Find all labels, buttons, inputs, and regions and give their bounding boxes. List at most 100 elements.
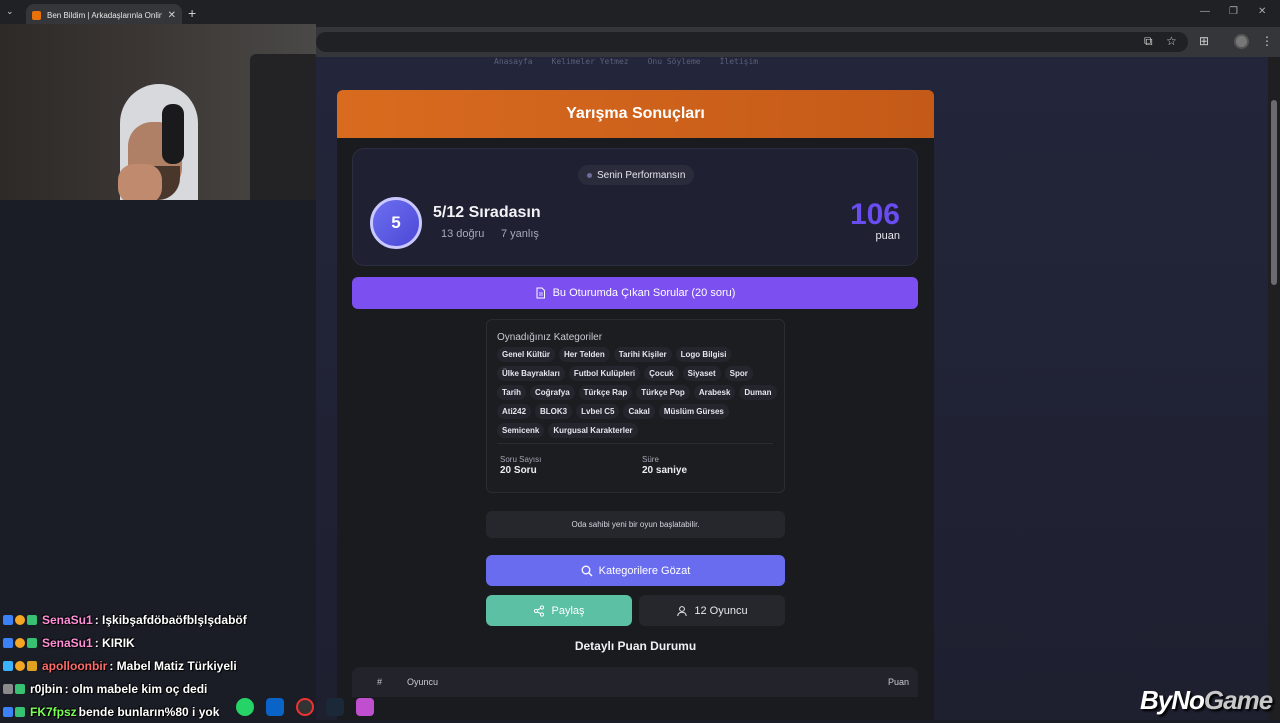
close-tab-icon[interactable]: ✕ (168, 10, 176, 21)
players-button[interactable]: 12 Oyuncu (639, 595, 785, 626)
players-label: 12 Oyuncu (694, 604, 748, 617)
category-tag: Arabesk (693, 385, 736, 400)
extensions-icon[interactable]: ⊞ (1199, 34, 1209, 48)
chat-text: : Mabel Matiz Türkiyeli (109, 658, 237, 673)
category-tag: Futbol Kulüpleri (568, 366, 641, 381)
session-questions-button[interactable]: Bu Oturumda Çıkan Sorular (20 soru) (352, 277, 918, 309)
category-tag: Müslüm Gürses (658, 404, 729, 419)
category-tag: Cakal (623, 404, 655, 419)
score-value: 106 (849, 198, 900, 231)
tab-search-icon[interactable]: ⌄ (6, 6, 14, 17)
category-tag: Genel Kültür (497, 347, 556, 362)
category-tag-list: Genel Kültür Her Telden Tarihi Kişiler Logo… (497, 347, 777, 438)
duration-label: Süre (642, 455, 659, 464)
category-tag: Türkçe Rap (578, 385, 633, 400)
category-tag: Coğrafya (529, 385, 575, 400)
chat-username: SenaSu1 (42, 612, 93, 627)
rank-badge: 5 (370, 197, 422, 249)
divider (497, 443, 773, 444)
badge-icon (15, 660, 25, 671)
nav-home[interactable]: Anasayfa (494, 57, 533, 66)
correct-count: 13 doğru (441, 228, 485, 240)
menu-kebab-icon[interactable]: ⋮ (1261, 34, 1273, 48)
whatsapp-icon[interactable] (236, 698, 254, 716)
column-score: Puan (887, 677, 909, 687)
chat-username: r0jbin (30, 681, 63, 696)
chat-message: apolloonbir : Mabel Matiz Türkiyeli (3, 654, 323, 677)
badge-icon (15, 614, 25, 625)
rank-text: 5/12 Sıradasın (433, 204, 541, 221)
badge-icon (15, 706, 25, 717)
chat-text: bende bunların%80 i yok (78, 704, 220, 719)
cast-icon[interactable]: ⧉ (1144, 34, 1153, 49)
logo-main: ByNo (1140, 685, 1205, 715)
outlook-icon[interactable] (266, 698, 284, 716)
webcam-overlay (0, 24, 316, 200)
session-questions-label: Bu Oturumda Çıkan Sorular (20 soru) (552, 287, 736, 299)
browse-categories-label: Kategorilere Gözat (598, 564, 691, 577)
duration-value: 20 saniye (642, 465, 688, 476)
category-tag: Tarih (497, 385, 526, 400)
app-icon[interactable] (356, 698, 374, 716)
badge-icon (3, 614, 13, 625)
category-tag: Tarihi Kişiler (613, 347, 672, 362)
badge-icon (3, 660, 13, 671)
badge-icon (27, 637, 37, 648)
headphones (162, 104, 184, 164)
profile-avatar[interactable] (1234, 34, 1249, 49)
window-close-icon[interactable]: ✕ (1258, 6, 1266, 17)
top-nav: Anasayfa Kelimeler Yetmez Onu Söyleme İl… (494, 57, 758, 66)
nav-onu-soyleme[interactable]: Onu Söyleme (648, 57, 701, 66)
column-player: Oyuncu (407, 677, 439, 687)
performance-pill-label: Senin Performansın (597, 169, 686, 181)
question-count-label: Soru Sayısı (500, 455, 542, 464)
steam-icon[interactable] (326, 698, 344, 716)
performance-pill: Senin Performansın (578, 165, 695, 185)
category-tag: Ati242 (497, 404, 532, 419)
gaming-chair (250, 54, 316, 200)
category-tag: Kurgusal Karakterler (548, 423, 638, 438)
address-bar[interactable] (316, 32, 1188, 52)
category-tag: Çocuk (644, 366, 679, 381)
site-favicon-icon (32, 11, 41, 20)
category-tag: Siyaset (682, 366, 721, 381)
badge-icon (27, 614, 37, 625)
host-note: Oda sahibi yeni bir oyun başlatabilir. (486, 511, 785, 538)
bookmark-star-icon[interactable]: ☆ (1166, 34, 1177, 48)
results-title: Yarışma Sonuçları (337, 90, 934, 138)
minimize-icon[interactable]: — (1200, 6, 1210, 17)
nav-iletisim[interactable]: İletişim (720, 57, 759, 66)
chat-message: SenaSu1 : KIRIK (3, 631, 323, 654)
category-tag: BLOK3 (535, 404, 573, 419)
category-tag: Her Telden (559, 347, 610, 362)
category-tag: Ülke Bayrakları (497, 366, 565, 381)
badge-icon (15, 683, 25, 694)
share-button[interactable]: Paylaş (486, 595, 632, 626)
chat-text: : olm mabele kim oç dedi (64, 681, 208, 696)
categories-title: Oynadığınız Kategoriler (497, 332, 603, 343)
chat-message: r0jbin : olm mabele kim oç dedi (3, 677, 323, 700)
chat-username: apolloonbir (42, 658, 108, 673)
obs-icon[interactable] (296, 698, 314, 716)
badge-icon (3, 706, 13, 717)
scrollbar-thumb[interactable] (1271, 100, 1277, 285)
taskbar-icons (236, 698, 374, 716)
question-count-value: 20 Soru (500, 465, 537, 476)
badge-icon (3, 683, 13, 694)
chat-text: : Işkibşafdöbaöfblşlşdaböf (94, 612, 247, 627)
chat-text: : KIRIK (94, 635, 135, 650)
browse-categories-button[interactable]: Kategorilere Gözat (486, 555, 785, 586)
category-tag: Duman (739, 385, 777, 400)
score-label: puan (875, 230, 900, 242)
scoreboard-title: Detaylı Puan Durumu (574, 639, 697, 653)
badge-icon (3, 637, 13, 648)
chat-username: FK7fpsz (30, 704, 77, 719)
share-label: Paylaş (551, 604, 585, 617)
category-tag: Lvbel C5 (576, 404, 620, 419)
document-icon (536, 287, 545, 299)
new-tab-button[interactable]: + (188, 5, 196, 21)
nav-kelimeler-yetmez[interactable]: Kelimeler Yetmez (552, 57, 629, 66)
badge-icon (27, 660, 37, 671)
category-tag: Semicenk (497, 423, 545, 438)
restore-icon[interactable]: ❐ (1229, 6, 1238, 17)
